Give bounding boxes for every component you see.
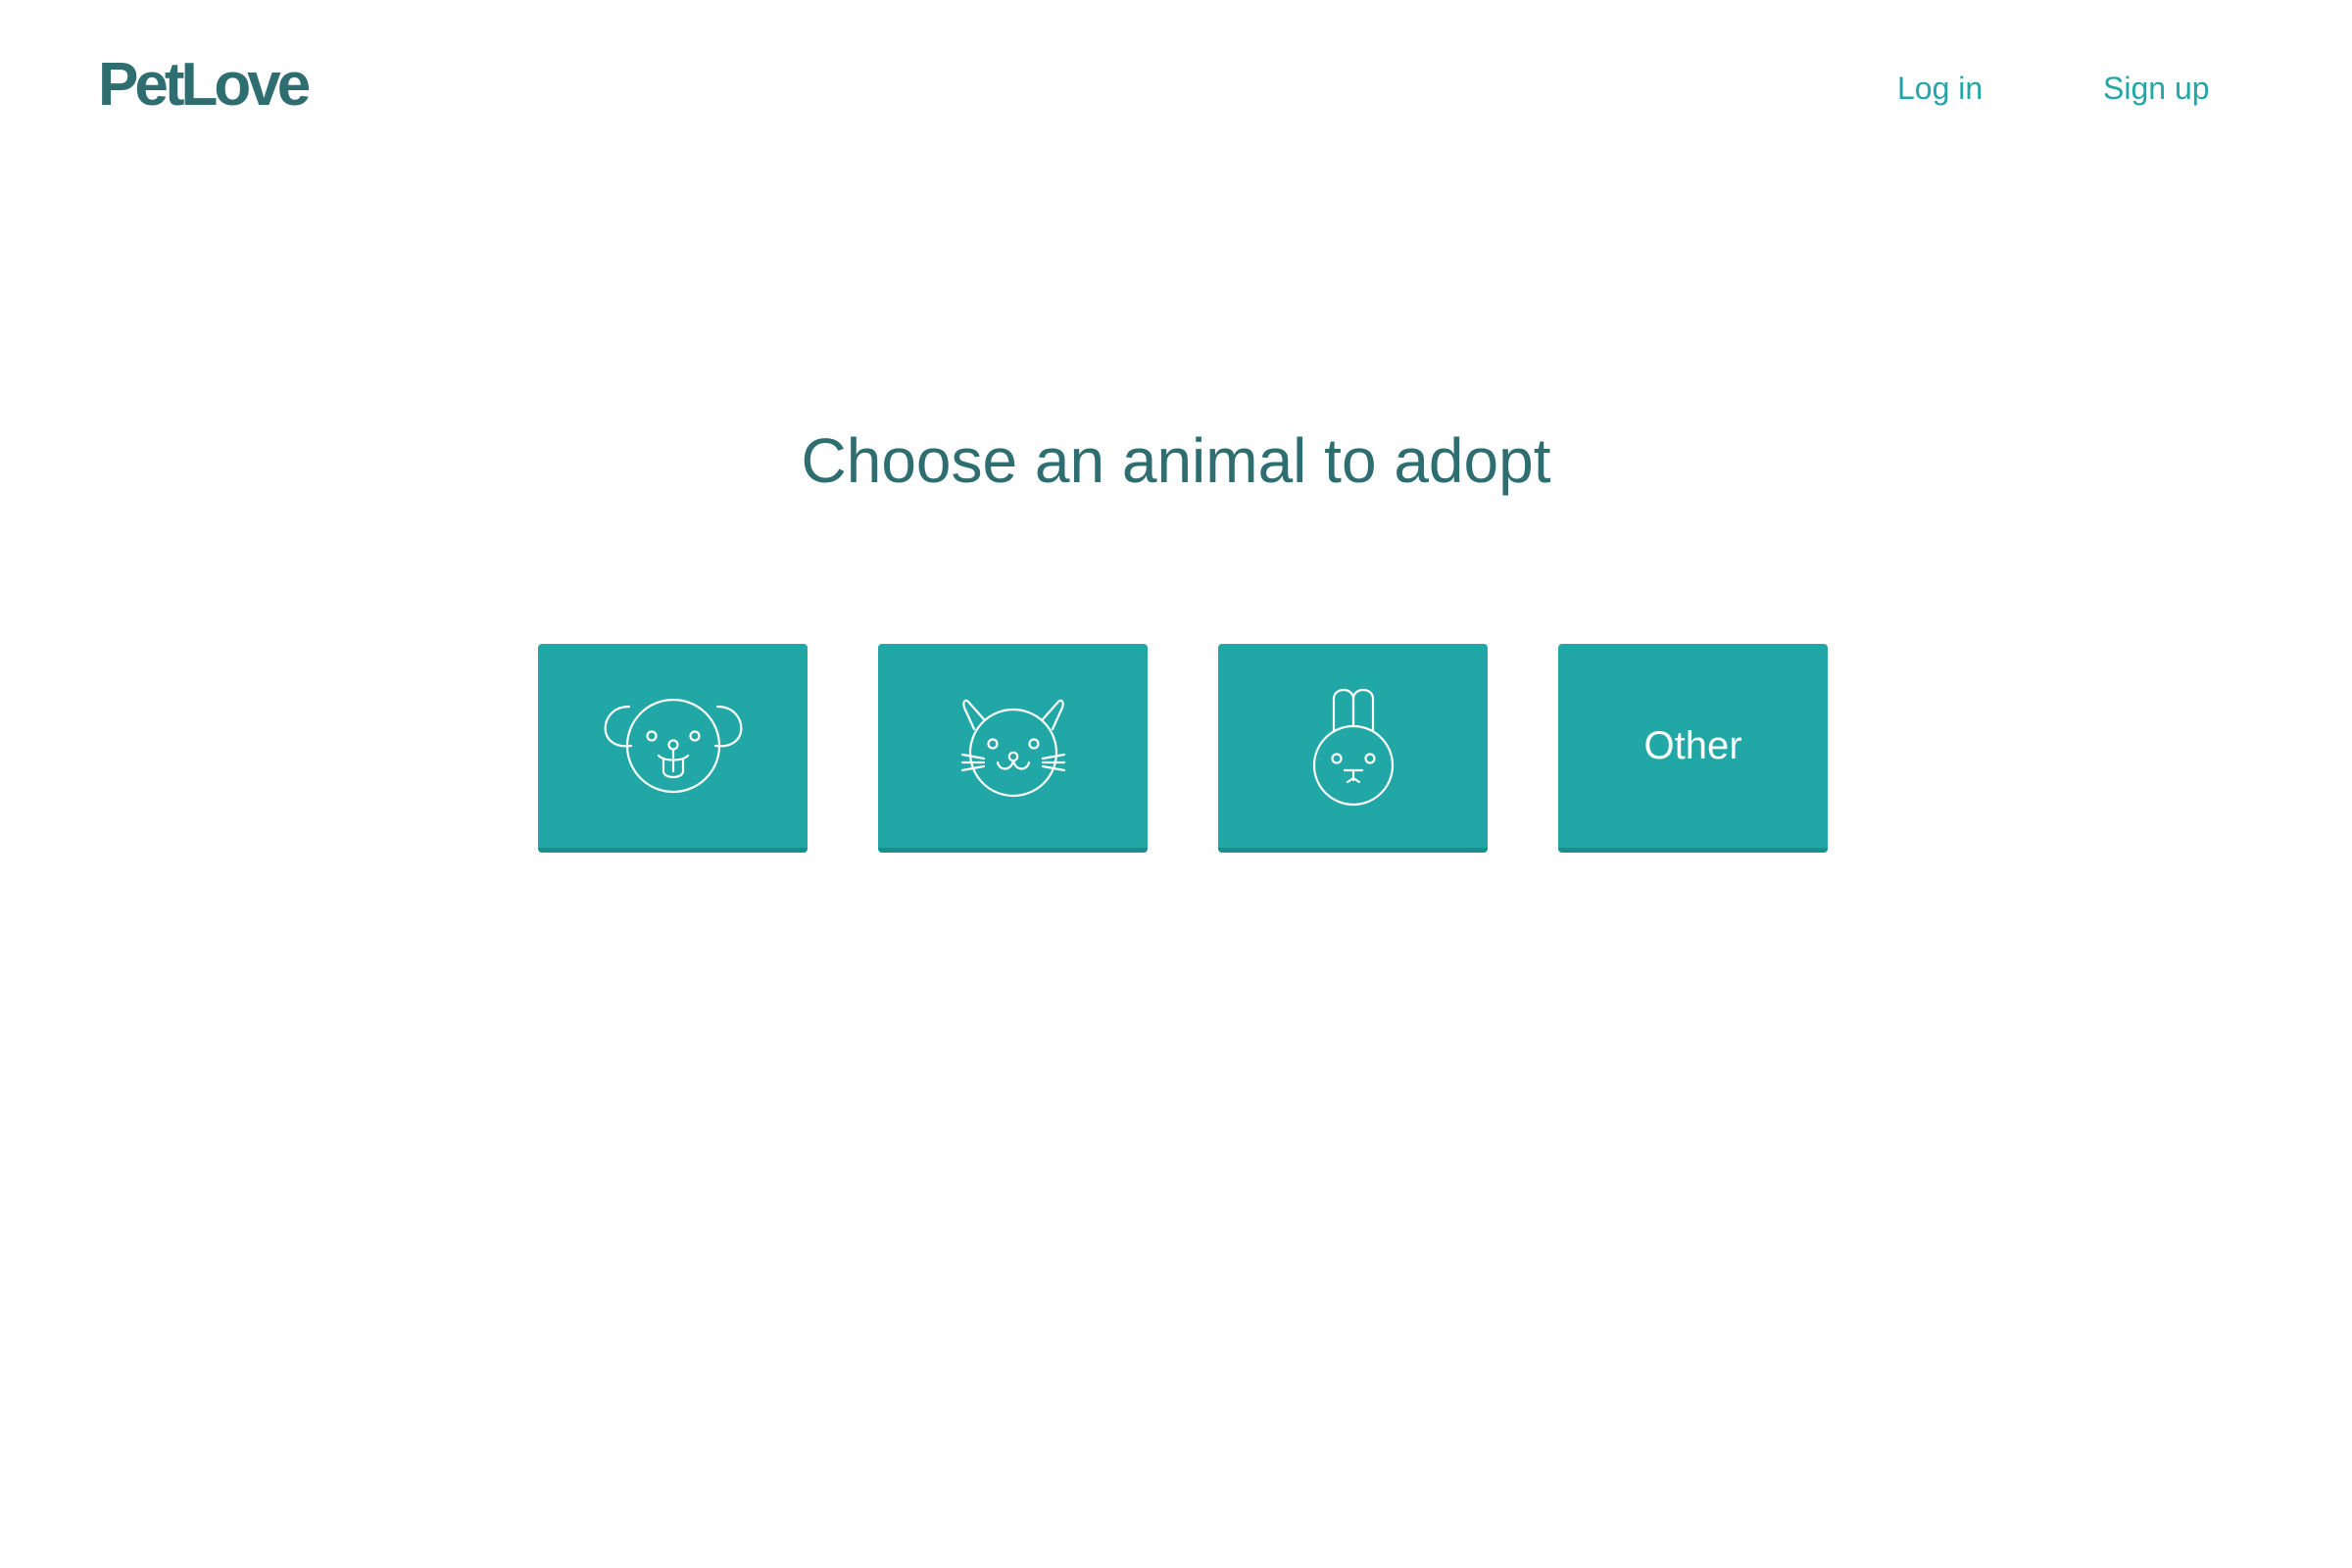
dog-option-button[interactable] xyxy=(538,644,808,853)
page-title: Choose an animal to adopt xyxy=(801,425,1551,496)
cat-icon xyxy=(960,699,1065,798)
signup-link[interactable]: Sign up xyxy=(2103,67,2210,110)
rabbit-icon xyxy=(1312,688,1394,807)
top-nav: Log in Sign up xyxy=(0,67,2352,110)
cat-option-button[interactable] xyxy=(878,644,1148,853)
page: PetLove Log in Sign up Choose an animal … xyxy=(0,0,2352,1568)
other-option-label: Other xyxy=(1643,723,1742,767)
rabbit-option-button[interactable] xyxy=(1218,644,1488,853)
other-option-button[interactable]: Other xyxy=(1558,644,1828,853)
dog-icon xyxy=(604,698,742,794)
login-link[interactable]: Log in xyxy=(1897,67,1983,110)
